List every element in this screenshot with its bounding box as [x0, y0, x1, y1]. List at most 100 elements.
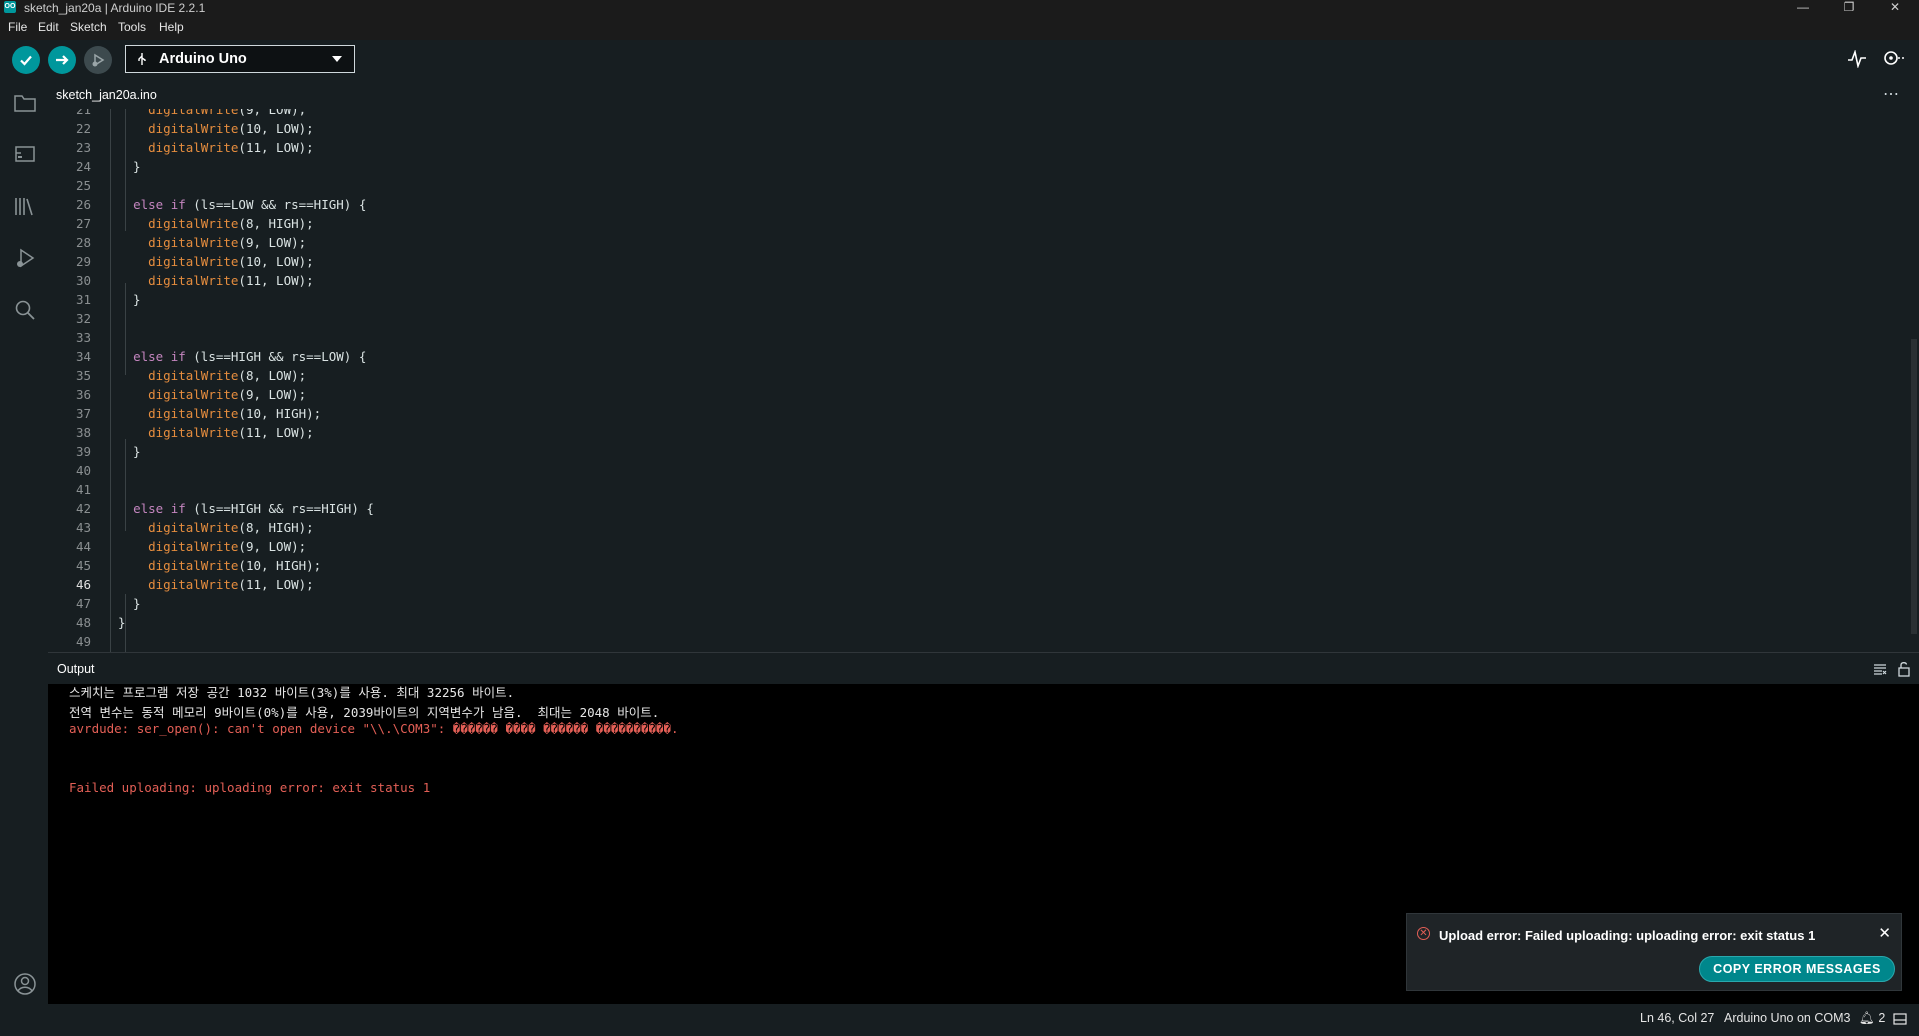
code-text: }: [118, 596, 141, 611]
function-token: digitalWrite: [148, 121, 239, 136]
line-number: 28: [75, 235, 91, 250]
function-token: digitalWrite: [148, 140, 239, 155]
function-token: digitalWrite: [148, 577, 239, 592]
line-number: 29: [75, 254, 91, 269]
function-token: digitalWrite: [148, 254, 239, 269]
debug-button[interactable]: [84, 46, 112, 74]
menu-help[interactable]: Help: [159, 20, 184, 34]
usb-icon: [138, 53, 146, 65]
upload-button[interactable]: [48, 46, 76, 74]
line-number: 27: [75, 216, 91, 231]
editor-tab-bar: [48, 86, 1919, 109]
output-line: 스케치는 프로그램 저장 공간 1032 바이트(3%)를 사용. 최대 322…: [69, 685, 515, 700]
copy-error-messages-button[interactable]: COPY ERROR MESSAGES: [1699, 956, 1895, 982]
menu-bar: File Edit Sketch Tools Help: [0, 16, 1919, 40]
cursor-position[interactable]: Ln 46, Col 27: [1640, 1011, 1714, 1025]
code-text: digitalWrite(8, HIGH);: [148, 520, 314, 535]
unlock-scroll-icon[interactable]: [1897, 661, 1911, 677]
clear-output-icon[interactable]: [1873, 662, 1887, 676]
line-number: 46: [75, 577, 91, 592]
line-number: 45: [75, 558, 91, 573]
keyword-token: else if: [133, 501, 186, 516]
serial-plotter-icon[interactable]: [1847, 50, 1867, 68]
function-token: digitalWrite: [148, 387, 239, 402]
boards-manager-icon[interactable]: [12, 141, 38, 167]
menu-sketch[interactable]: Sketch: [70, 20, 107, 34]
notification-message: Upload error: Failed uploading: uploadin…: [1439, 928, 1816, 943]
restore-icon[interactable]: ❐: [1834, 0, 1864, 16]
keyword-token: else if: [133, 349, 186, 364]
code-text: else if (ls==HIGH && rs==LOW) {: [133, 349, 367, 364]
function-token: digitalWrite: [148, 109, 239, 117]
bell-icon: 🔔︎: [1859, 1011, 1875, 1025]
menu-tools[interactable]: Tools: [118, 20, 146, 34]
function-token: digitalWrite: [148, 235, 239, 250]
function-token: digitalWrite: [148, 368, 239, 383]
sketchbook-folder-icon[interactable]: [12, 90, 38, 116]
line-number: 22: [75, 121, 91, 136]
serial-monitor-icon[interactable]: [1882, 48, 1906, 68]
board-selector[interactable]: Arduino Uno: [125, 45, 355, 73]
code-text: else if (ls==HIGH && rs==HIGH) {: [133, 501, 374, 516]
upload-error-notification: ✕ Upload error: Failed uploading: upload…: [1406, 913, 1902, 991]
code-text: }: [118, 292, 141, 307]
line-number: 32: [75, 311, 91, 326]
line-number: 43: [75, 520, 91, 535]
function-token: digitalWrite: [148, 216, 239, 231]
menu-edit[interactable]: Edit: [38, 20, 59, 34]
debug-sidebar-icon[interactable]: [12, 245, 38, 271]
line-number: 33: [75, 330, 91, 345]
indent-guide: [125, 283, 126, 375]
error-icon: ✕: [1417, 927, 1430, 940]
title-bar: OO sketch_jan20a | Arduino IDE 2.2.1 — ❐…: [0, 0, 1919, 16]
line-number: 23: [75, 140, 91, 155]
tab-sketch-file[interactable]: sketch_jan20a.ino: [56, 88, 157, 102]
function-token: digitalWrite: [148, 425, 239, 440]
code-text: }: [118, 444, 141, 459]
function-token: digitalWrite: [148, 558, 239, 573]
window-title: sketch_jan20a | Arduino IDE 2.2.1: [24, 1, 206, 15]
scrollbar-thumb[interactable]: [1911, 339, 1917, 634]
line-number: 34: [75, 349, 91, 364]
more-options-icon[interactable]: ⋯: [1883, 84, 1899, 104]
line-number: 30: [75, 273, 91, 288]
code-text: digitalWrite(9, LOW);: [118, 109, 306, 117]
chevron-down-icon: [332, 56, 342, 62]
indent-guide: [125, 439, 126, 531]
output-header: Output: [48, 652, 1919, 684]
line-number: 44: [75, 539, 91, 554]
line-number: 25: [75, 178, 91, 193]
code-text: digitalWrite(11, LOW);: [148, 577, 314, 592]
activity-sidebar: [0, 86, 48, 1011]
toggle-panel-icon[interactable]: [1893, 1013, 1907, 1025]
line-number: 37: [75, 406, 91, 421]
code-text: digitalWrite(11, LOW);: [148, 140, 314, 155]
code-text: digitalWrite(11, LOW);: [148, 425, 314, 440]
function-token: digitalWrite: [148, 273, 239, 288]
menu-file[interactable]: File: [8, 20, 27, 34]
search-icon[interactable]: [12, 297, 38, 323]
function-token: digitalWrite: [148, 539, 239, 554]
code-text: digitalWrite(11, LOW);: [148, 273, 314, 288]
status-bar: Ln 46, Col 27 Arduino Uno on COM3 🔔︎ 2: [0, 1004, 1919, 1036]
function-token: digitalWrite: [148, 520, 239, 535]
code-text: digitalWrite(8, HIGH);: [148, 216, 314, 231]
close-window-icon[interactable]: ✕: [1880, 0, 1910, 16]
account-icon[interactable]: [12, 971, 38, 997]
board-port-status[interactable]: Arduino Uno on COM3: [1724, 1011, 1850, 1025]
code-editor[interactable]: 21 digitalWrite(9, LOW); 22 digitalWrite(…: [48, 109, 1919, 652]
output-error-line: Failed uploading: uploading error: exit …: [69, 779, 431, 795]
notifications-count[interactable]: 🔔︎ 2: [1859, 1011, 1885, 1026]
verify-button[interactable]: [12, 46, 40, 74]
close-notification-icon[interactable]: ✕: [1878, 924, 1891, 942]
editor-scrollbar[interactable]: [1909, 109, 1919, 652]
arrow-right-icon: [56, 55, 69, 65]
indent-guide: [125, 594, 126, 652]
library-manager-icon[interactable]: [12, 193, 38, 219]
indent-guide: [110, 109, 111, 652]
debug-icon: [92, 53, 105, 67]
code-text: digitalWrite(9, LOW);: [148, 387, 307, 402]
minimize-icon[interactable]: —: [1788, 0, 1818, 16]
output-error-line: avrdude: ser_open(): can't open device "…: [69, 721, 679, 736]
indent-guide: [125, 109, 126, 231]
